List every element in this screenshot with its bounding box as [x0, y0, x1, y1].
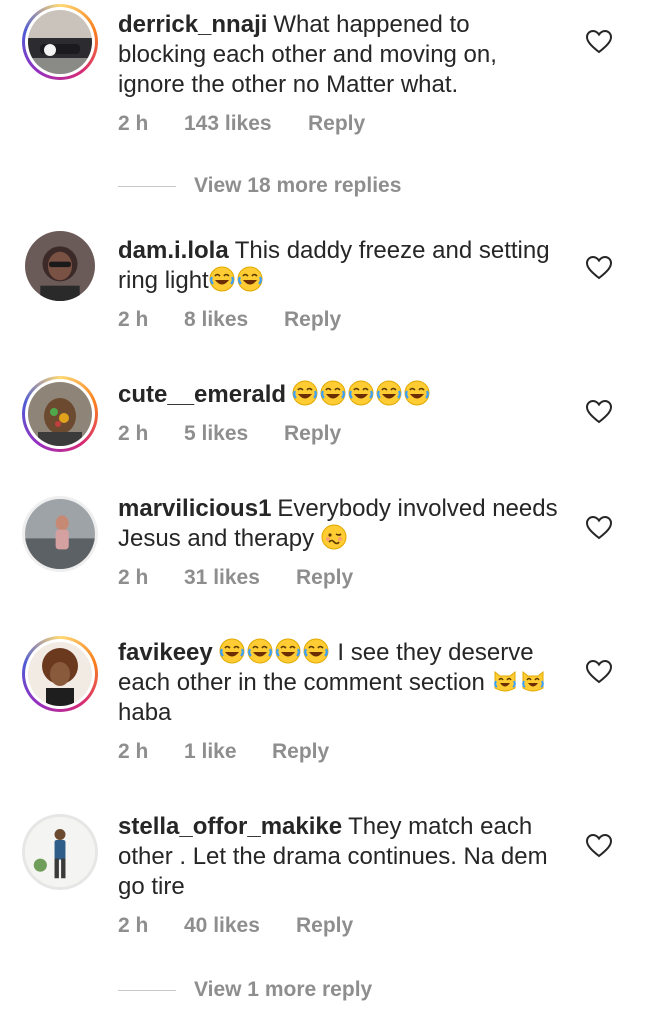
divider: [118, 185, 176, 187]
avatar[interactable]: [22, 814, 98, 890]
divider: [118, 989, 176, 991]
heart-icon[interactable]: [586, 30, 612, 54]
comment-likes[interactable]: 1 like: [184, 740, 272, 764]
laughing-emoji-icon: [209, 266, 235, 292]
heart-icon[interactable]: [586, 400, 612, 424]
avatar[interactable]: [22, 228, 98, 304]
avatar[interactable]: [22, 4, 98, 80]
cat-tears-emoji-icon: [520, 668, 546, 694]
avatar-image: [28, 382, 92, 446]
comment-meta: 2 h 31 likes Reply: [118, 566, 353, 590]
comment-likes[interactable]: 31 likes: [184, 566, 296, 590]
view-more-replies[interactable]: View 1 more reply: [118, 978, 372, 1002]
laughing-emoji-icon: [320, 380, 346, 406]
comment-meta: 2 h 1 like Reply: [118, 740, 329, 764]
comment-time: 2 h: [118, 422, 149, 445]
view-more-replies-label: View 1 more reply: [194, 978, 373, 1001]
laughing-emoji-icon: [376, 380, 402, 406]
heart-icon[interactable]: [586, 256, 612, 280]
view-more-replies-label: View 18 more replies: [194, 174, 402, 197]
laughing-emoji-icon: [303, 638, 329, 664]
comment-likes[interactable]: 40 likes: [184, 914, 296, 938]
woozy-face-emoji-icon: [321, 524, 347, 550]
laughing-emoji-icon: [404, 380, 430, 406]
heart-icon[interactable]: [586, 660, 612, 684]
comment-time: 2 h: [118, 740, 149, 763]
avatar[interactable]: [22, 496, 98, 572]
reply-button[interactable]: Reply: [296, 566, 353, 590]
comment-text: favikeey I see they deserve each other i…: [118, 638, 558, 728]
reply-button[interactable]: Reply: [284, 422, 341, 446]
avatar[interactable]: [22, 636, 98, 712]
comment-likes[interactable]: 143 likes: [184, 112, 308, 136]
avatar[interactable]: [22, 376, 98, 452]
comment-username[interactable]: cute__emerald: [118, 381, 286, 408]
comment-meta: 2 h 5 likes Reply: [118, 422, 341, 446]
comment-username[interactable]: dam.i.lola: [118, 237, 229, 264]
reply-button[interactable]: Reply: [284, 308, 341, 332]
comment-username[interactable]: favikeey: [118, 639, 213, 666]
comment-body-end: haba: [118, 699, 172, 726]
comment-time: 2 h: [118, 112, 149, 135]
comment-time: 2 h: [118, 308, 149, 331]
comment-meta: 2 h 143 likes Reply: [118, 112, 365, 136]
avatar-image: [25, 817, 95, 887]
avatar-image: [25, 499, 95, 569]
laughing-emoji-icon: [237, 266, 263, 292]
comment-likes[interactable]: 8 likes: [184, 308, 284, 332]
laughing-emoji-icon: [292, 380, 318, 406]
avatar-image: [28, 642, 92, 706]
comment-text: cute__emerald: [118, 380, 558, 410]
comment-text: stella_offor_makike They match each other…: [118, 812, 558, 902]
heart-icon[interactable]: [586, 516, 612, 540]
laughing-emoji-icon: [247, 638, 273, 664]
laughing-emoji-icon: [348, 380, 374, 406]
cat-tears-emoji-icon: [492, 668, 518, 694]
avatar-image: [25, 231, 95, 301]
comment-time: 2 h: [118, 566, 149, 589]
view-more-replies[interactable]: View 18 more replies: [118, 174, 401, 198]
reply-button[interactable]: Reply: [272, 740, 329, 764]
comment-username[interactable]: derrick_nnaji: [118, 11, 267, 38]
laughing-emoji-icon: [275, 638, 301, 664]
comment-time: 2 h: [118, 914, 149, 937]
avatar-image: [28, 10, 92, 74]
comment-likes[interactable]: 5 likes: [184, 422, 284, 446]
comment-text: marvilicious1 Everybody involved needs Je…: [118, 494, 558, 554]
heart-icon[interactable]: [586, 834, 612, 858]
laughing-emoji-icon: [219, 638, 245, 664]
comment-meta: 2 h 40 likes Reply: [118, 914, 353, 938]
reply-button[interactable]: Reply: [296, 914, 353, 938]
comment-meta: 2 h 8 likes Reply: [118, 308, 341, 332]
comment-username[interactable]: stella_offor_makike: [118, 813, 342, 840]
comment-username[interactable]: marvilicious1: [118, 495, 271, 522]
comment-text: derrick_nnaji What happened to blocking e…: [118, 10, 558, 100]
comment-text: dam.i.lola This daddy freeze and setting …: [118, 236, 558, 296]
reply-button[interactable]: Reply: [308, 112, 365, 136]
